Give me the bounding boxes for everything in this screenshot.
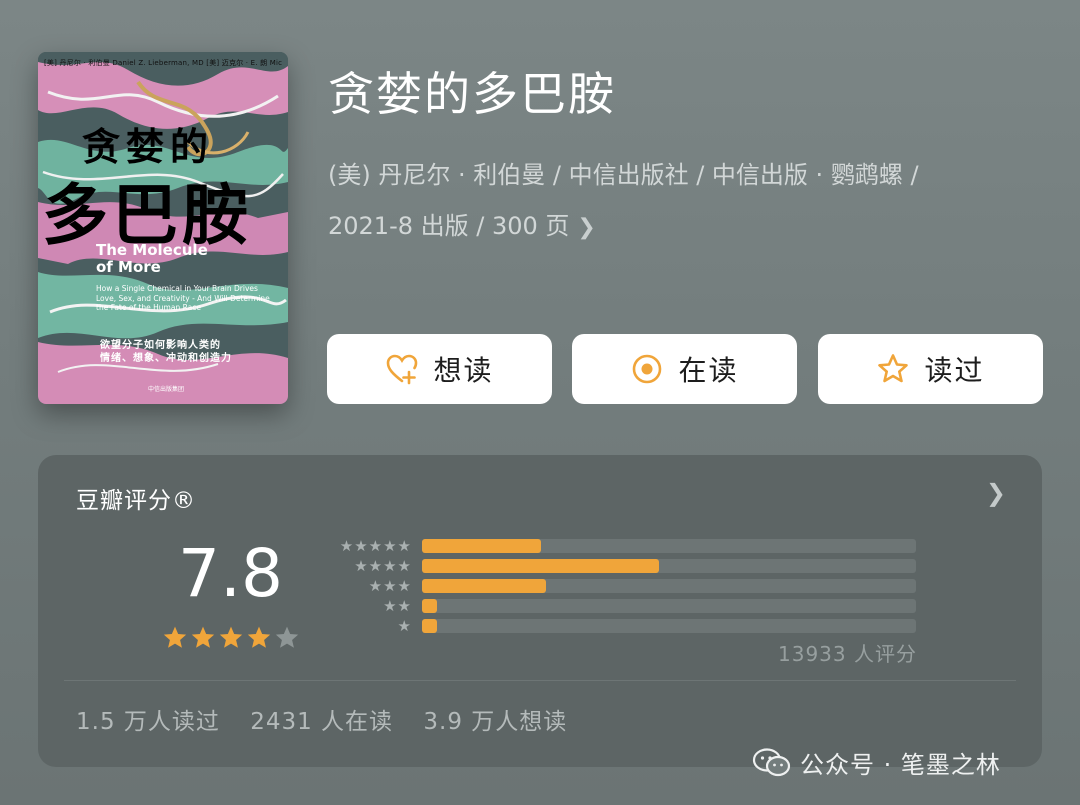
divider bbox=[64, 680, 1016, 681]
cover-english-subtitle: How a Single Chemical in Your Brain Driv… bbox=[96, 284, 270, 312]
distribution-row-1-star: ★ bbox=[320, 617, 920, 635]
book-title: 贪婪的多巴胺 bbox=[328, 67, 616, 121]
distribution-row-2-star: ★★ bbox=[320, 597, 920, 615]
reading-button[interactable]: 在读 bbox=[572, 334, 797, 404]
distribution-bar-4-star bbox=[422, 559, 659, 573]
want-count: 3.9 万人想读 bbox=[423, 709, 568, 735]
watermark: 公众号 · 笔墨之林 bbox=[752, 745, 1001, 780]
book-meta-line2-wrap: 2021-8 出版 / 300 页 ❯ bbox=[328, 201, 1028, 253]
distribution-track bbox=[422, 599, 916, 613]
book-meta-line1: (美) 丹尼尔 · 利伯曼 / 中信出版社 / 中信出版 · 鹦鹉螺 / bbox=[328, 161, 919, 189]
distribution-row-3-star: ★★★ bbox=[320, 577, 920, 595]
want-to-read-label: 想读 bbox=[433, 354, 494, 387]
distribution-stars-3: ★★★ bbox=[368, 577, 412, 595]
wechat-icon bbox=[752, 747, 792, 778]
watermark-text: 公众号 · 笔墨之林 bbox=[800, 751, 1001, 779]
reading-count: 2431 人在读 bbox=[250, 709, 394, 735]
chevron-right-icon[interactable]: ❯ bbox=[577, 215, 595, 240]
book-cover[interactable]: [美] 丹尼尔 · 利伯曼 Daniel Z. Lieberman, MD [美… bbox=[38, 52, 288, 404]
star-filled-icon bbox=[218, 625, 244, 655]
book-meta-line2: 2021-8 出版 / 300 页 bbox=[328, 212, 570, 240]
book-meta[interactable]: (美) 丹尼尔 · 利伯曼 / 中信出版社 / 中信出版 · 鹦鹉螺 / 202… bbox=[328, 150, 1028, 253]
distribution-track bbox=[422, 579, 916, 593]
distribution-bar-1-star bbox=[422, 619, 437, 633]
heart-plus-icon bbox=[385, 352, 419, 386]
distribution-bar-5-star bbox=[422, 539, 541, 553]
distribution-track bbox=[422, 559, 916, 573]
cover-chinese-subtitle: 欲望分子如何影响人类的 情绪、想象、冲动和创造力 bbox=[100, 339, 232, 365]
chevron-right-icon[interactable]: ❯ bbox=[986, 479, 1006, 507]
star-filled-icon bbox=[246, 625, 272, 655]
have-read-label: 读过 bbox=[924, 354, 985, 387]
distribution-row-4-star: ★★★★ bbox=[320, 557, 920, 575]
distribution-stars-4: ★★★★ bbox=[354, 557, 412, 575]
distribution-track bbox=[422, 619, 916, 633]
rating-title: 豆瓣评分® bbox=[76, 488, 196, 514]
star-empty-icon bbox=[274, 625, 300, 655]
read-count: 1.5 万人读过 bbox=[76, 709, 220, 735]
star-outline-icon bbox=[876, 352, 910, 386]
reading-label: 在读 bbox=[678, 354, 739, 387]
cover-chinese-subtitle-line1: 欲望分子如何影响人类的 bbox=[100, 340, 221, 351]
cover-chinese-subtitle-line2: 情绪、想象、冲动和创造力 bbox=[100, 353, 232, 364]
reader-stats: 1.5 万人读过 2431 人在读 3.9 万人想读 bbox=[76, 702, 589, 736]
rating-stars bbox=[162, 625, 300, 655]
have-read-button[interactable]: 读过 bbox=[818, 334, 1043, 404]
distribution-bar-3-star bbox=[422, 579, 546, 593]
star-filled-icon bbox=[162, 625, 188, 655]
target-icon bbox=[630, 352, 664, 386]
distribution-bar-2-star bbox=[422, 599, 437, 613]
cover-publisher: 中信出版集团 bbox=[148, 386, 185, 393]
cover-authors: [美] 丹尼尔 · 利伯曼 Daniel Z. Lieberman, MD [美… bbox=[44, 59, 282, 67]
distribution-stars-2: ★★ bbox=[383, 597, 412, 615]
distribution-track bbox=[422, 539, 916, 553]
rating-count: 13933 人评分 bbox=[778, 642, 917, 666]
rating-card[interactable]: 豆瓣评分® ❯ 7.8 ★★★★★ ★★★★ ★★★ ★★ ★ 13933 人评分 1.… bbox=[38, 455, 1042, 767]
rating-score: 7.8 bbox=[178, 535, 283, 612]
distribution-stars-1: ★ bbox=[397, 617, 412, 635]
want-to-read-button[interactable]: 想读 bbox=[327, 334, 552, 404]
distribution-row-5-star: ★★★★★ bbox=[320, 537, 920, 555]
cover-english-title: The Molecule of More bbox=[96, 241, 208, 276]
star-filled-icon bbox=[190, 625, 216, 655]
distribution-stars-5: ★★★★★ bbox=[339, 537, 412, 555]
